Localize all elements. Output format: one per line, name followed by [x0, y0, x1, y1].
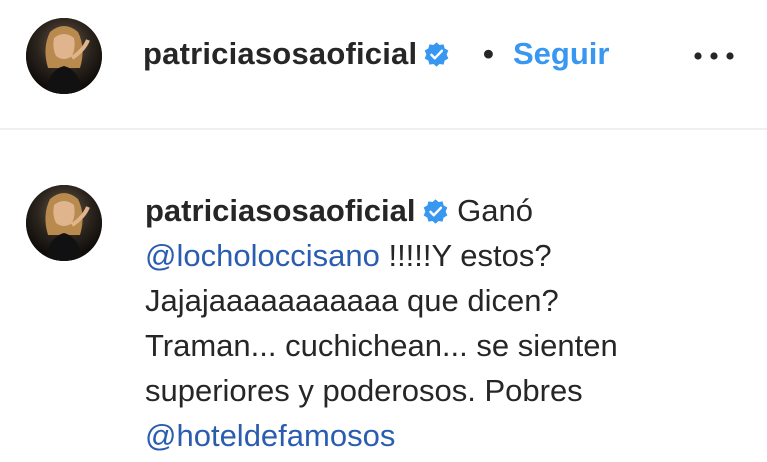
follow-button[interactable]: Seguir [513, 36, 609, 72]
verified-badge-icon [423, 199, 447, 224]
comment-line-3: Jajajaaaaaaaaaaa que dicen? [145, 283, 559, 318]
instagram-post-view: patriciasosaoficial • Seguir patriciasos… [0, 0, 767, 462]
comment-line-1: patriciasosaoficial Ganó [145, 188, 745, 233]
comment-avatar[interactable] [26, 185, 102, 261]
comment-line-6: @hoteldefamosos [145, 413, 745, 458]
comment-text-exclaim: !!!!!Y estos? [388, 238, 552, 273]
comment-text-start: Ganó [457, 193, 533, 228]
post-author[interactable]: patriciasosaoficial [143, 36, 450, 72]
profile-avatar[interactable] [26, 18, 102, 94]
comment-line-4: Traman... cuchichean... se sienten [145, 328, 618, 363]
verified-badge-icon [425, 42, 449, 67]
post-header: patriciasosaoficial • Seguir [0, 0, 767, 128]
avatar-image [26, 185, 102, 261]
comment-body: patriciasosaoficial Ganó @locholoccisano… [145, 188, 745, 458]
comment-author-username[interactable]: patriciasosaoficial [145, 193, 416, 228]
comment-line-5: superiores y poderosos. Pobres [145, 373, 583, 408]
mention-link-hoteldefamosos[interactable]: @hoteldefamosos [145, 418, 395, 453]
separator-dot: • [483, 36, 494, 71]
post-author-username[interactable]: patriciasosaoficial [143, 36, 417, 71]
more-options-icon[interactable] [692, 46, 736, 66]
mention-link-locholoccisano[interactable]: @locholoccisano [145, 238, 380, 273]
avatar-image [26, 18, 102, 94]
comment-line-2: @locholoccisano !!!!!Y estos? [145, 233, 745, 278]
header-divider [0, 128, 767, 130]
